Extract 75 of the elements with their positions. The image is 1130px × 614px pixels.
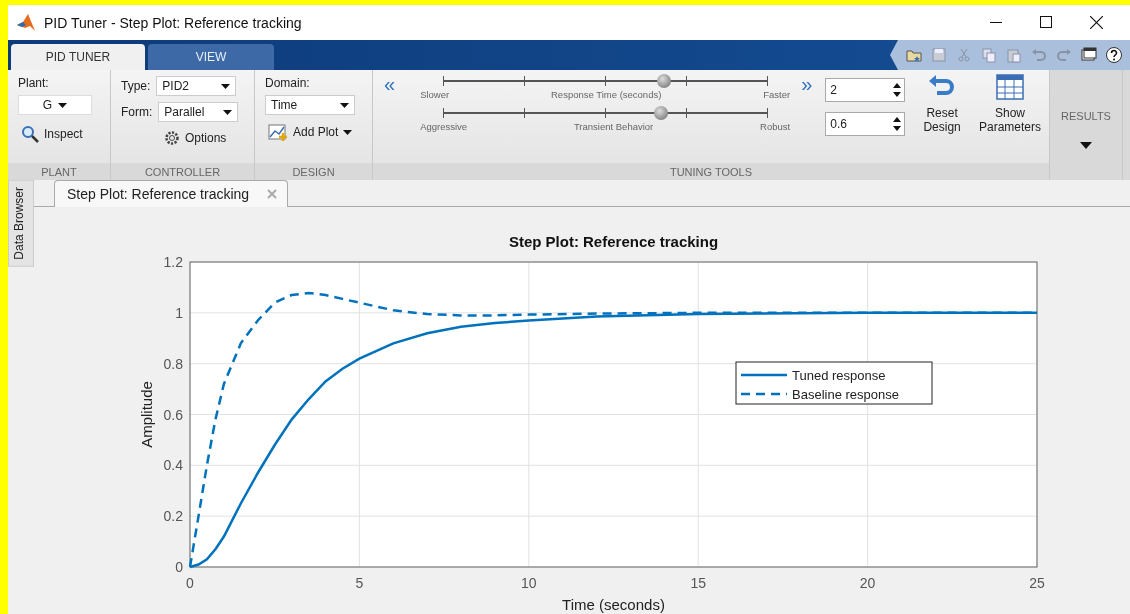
axis-tick-label: 0.6 [163,406,183,423]
axis-tick-label: 0.8 [163,355,183,372]
slider-label: Slower [420,89,450,100]
expand-arrow-icon[interactable] [1080,142,1092,149]
add-plot-button[interactable]: Add Plot [265,121,356,143]
ribbon-tab[interactable]: PID TUNER [11,44,145,70]
section-label: PLANT [8,163,110,180]
axis-tick-label: 20 [859,575,876,591]
field-label: Plant: [18,76,50,90]
domain-dropdown[interactable]: Time [265,95,355,115]
slider-thumb[interactable] [657,74,672,88]
slider[interactable] [443,74,769,88]
spin-arrows-icon[interactable] [892,81,903,99]
window-title: PID Tuner - Step Plot: Reference tracking [44,14,303,31]
form-dropdown[interactable]: Parallel [158,102,239,122]
chart-title: Step Plot: Reference tracking [508,233,719,250]
axis-tick-label: 0.4 [163,457,183,474]
caret-icon [223,109,233,115]
axis-tick-label: 1 [175,304,183,321]
slider-title: Response Time (seconds) [551,89,662,100]
maximize-icon[interactable] [1040,16,1052,28]
help-icon[interactable] [1106,47,1122,63]
reset-design-button[interactable]: Reset Design [913,74,971,163]
section-label: CONTROLLER [111,163,254,180]
caret-icon [340,102,349,108]
show-parameters-button[interactable]: Show Parameters [977,74,1043,163]
axis-tick-label: 5 [355,575,364,591]
axis-title: Amplitude [138,381,155,448]
field-label: Type: [121,79,151,93]
legend-label: Tuned response [792,368,886,383]
slider-label: Robust [760,121,791,132]
spin-field[interactable]: 2 [825,78,906,102]
axis-tick-label: 15 [690,575,706,591]
folder-icon[interactable] [906,47,922,63]
field-label: Domain: [265,76,311,90]
plot-icon [268,123,288,141]
caret-icon [221,83,231,89]
table-icon [996,74,1024,100]
slider-thumb[interactable] [653,106,668,120]
document-tab[interactable]: Step Plot: Reference tracking [54,180,289,207]
close-icon[interactable] [1090,16,1103,29]
slower-button[interactable]: « [381,77,399,91]
spin-field[interactable]: 0.6 [825,112,906,136]
slider[interactable] [443,106,769,120]
caret-icon [58,102,68,108]
legend-line-icon [741,373,787,377]
spin-arrows-icon[interactable] [892,115,903,133]
field-label: Form: [121,105,153,119]
axis-tick-label: 0.2 [163,508,183,525]
slider-title: Transient Behavior [573,121,654,132]
faster-button[interactable]: » [798,77,816,91]
slider-label: Faster [763,89,791,100]
ribbon-tab[interactable]: VIEW [148,44,274,70]
slider-label: Aggressive [420,121,468,132]
section-label: DESIGN [255,163,372,180]
section-label: TUNING TOOLS [373,163,1049,180]
legend-line-icon [741,392,787,396]
options-button[interactable]: Options [161,128,230,148]
legend-label: Baseline response [792,387,899,402]
axis-title: Time (seconds) [562,596,665,613]
axis-tick-label: 1.2 [163,254,183,270]
type-dropdown[interactable]: PID2 [156,76,237,96]
gear-icon [164,130,180,146]
app-logo-icon [16,13,36,32]
axis-tick-label: 25 [1029,575,1045,591]
axis-tick-label: 10 [521,575,537,591]
plant-dropdown[interactable]: G [18,95,92,115]
caret-icon [343,129,353,135]
search-icon [21,125,39,143]
axis-tick-label: 0 [186,575,194,591]
axis-tick-label: 0 [175,559,183,575]
side-tab[interactable]: Data Browser [8,180,34,267]
window-icon[interactable] [1081,47,1097,63]
inspect-button[interactable]: Inspect [18,123,86,145]
section-label: RESULTS [1061,110,1111,122]
